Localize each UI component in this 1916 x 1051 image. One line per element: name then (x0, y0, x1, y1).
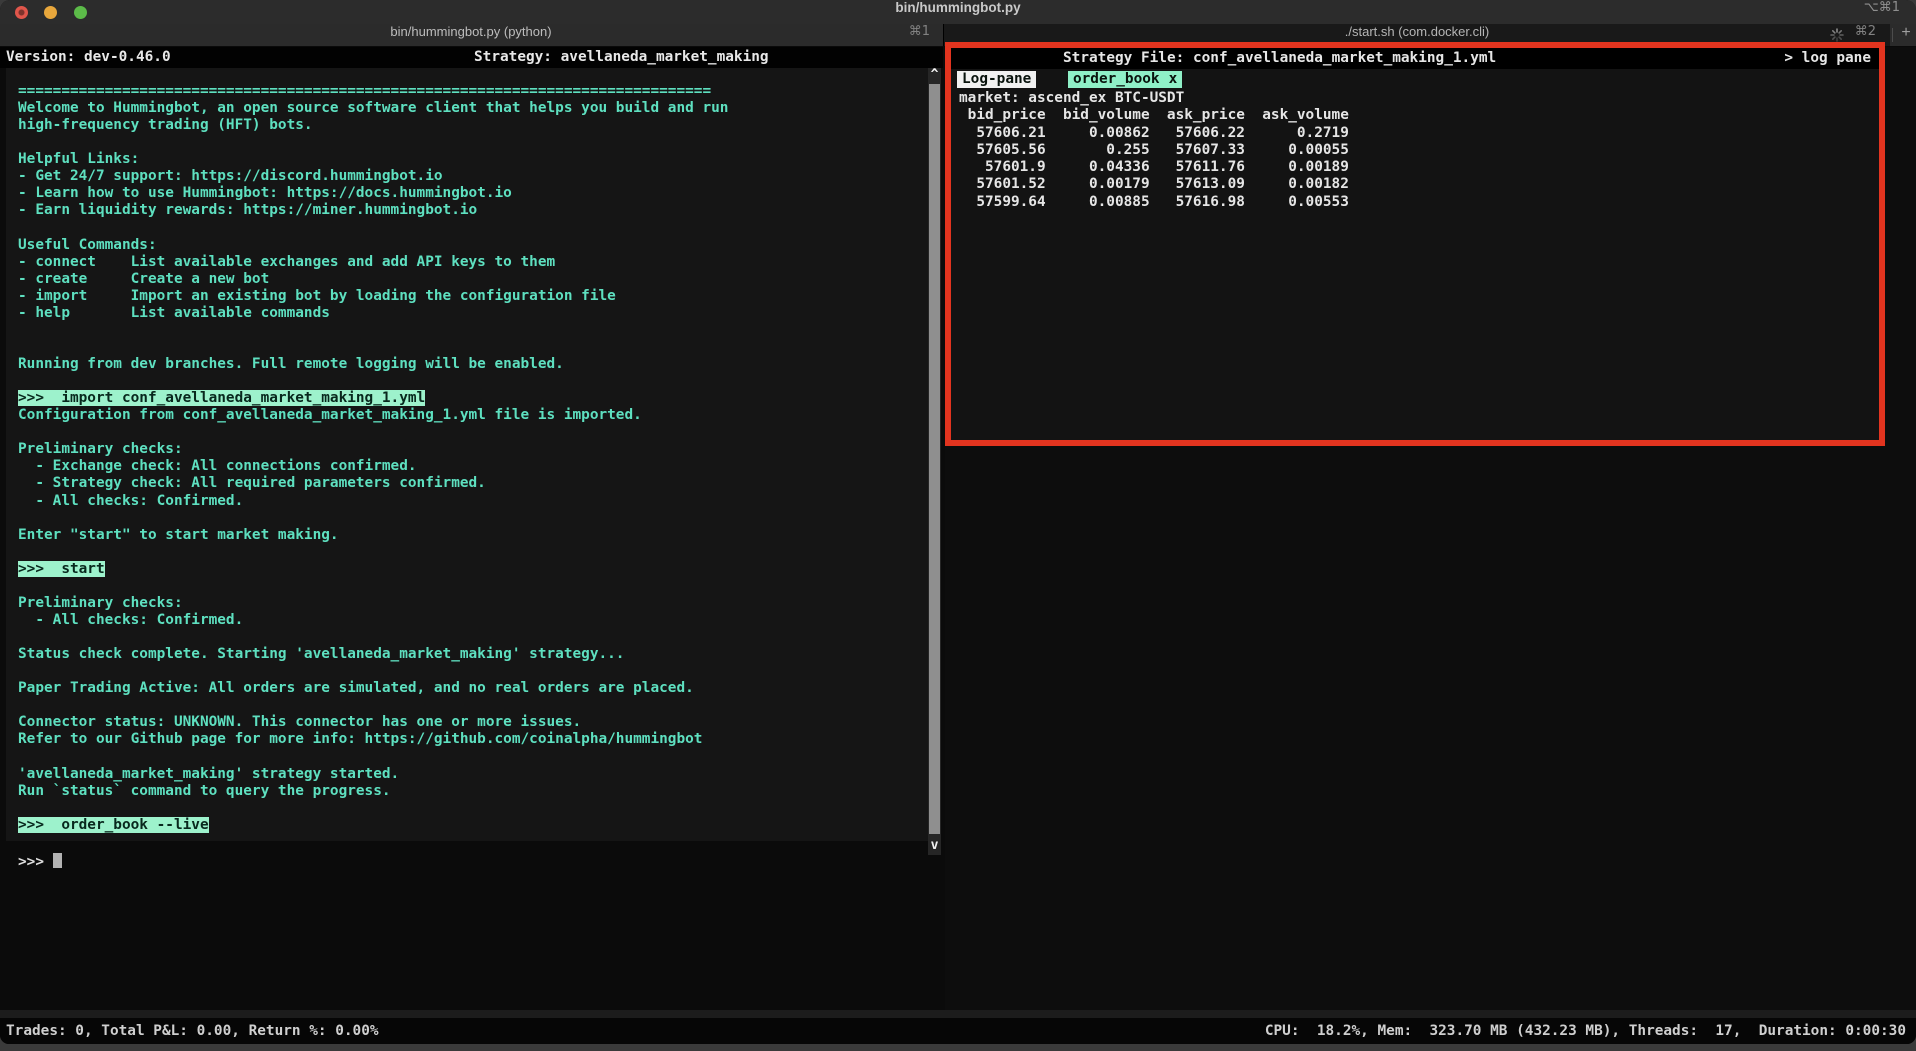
log-line: Helpful Links: (18, 151, 928, 168)
order-book-row: 57601.52 0.00179 57613.09 0.00182 (959, 176, 1349, 193)
log-line: - Earn liquidity rewards: https://miner.… (18, 202, 928, 219)
order-book-row: 57599.64 0.00885 57616.98 0.00553 (959, 194, 1349, 211)
command-highlight: >>> start (18, 561, 105, 577)
log-line (18, 629, 928, 646)
scrollbar-thumb[interactable] (929, 84, 940, 834)
order-book-panel: Strategy File: conf_avellaneda_market_ma… (945, 42, 1885, 446)
window-content: Version: dev-0.46.0 Strategy: avellaneda… (0, 47, 1916, 1010)
market-label: market: ascend_ex BTC-USDT (959, 90, 1349, 107)
log-line: - import Import an existing bot by loadi… (18, 288, 928, 305)
log-line: Enter "start" to start market making. (18, 527, 928, 544)
log-line: - connect List available exchanges and a… (18, 254, 928, 271)
log-line: - All checks: Confirmed. (18, 612, 928, 629)
log-line (18, 134, 928, 151)
left-pane-scrollbar[interactable]: ^ v (928, 68, 941, 855)
log-line: ========================================… (18, 83, 928, 100)
log-line: Connector status: UNKNOWN. This connecto… (18, 714, 928, 731)
log-line: Refer to our Github page for more info: … (18, 731, 928, 748)
trades-status: Trades: 0, Total P&L: 0.00, Return %: 0.… (6, 1018, 379, 1044)
log-line (18, 748, 928, 765)
log-line: Preliminary checks: (18, 441, 928, 458)
strategy-file-bar: Strategy File: conf_avellaneda_market_ma… (951, 48, 1879, 69)
log-line: high-frequency trading (HFT) bots. (18, 117, 928, 134)
right-terminal-pane: Strategy File: conf_avellaneda_market_ma… (945, 47, 1916, 1010)
text-cursor (53, 853, 62, 868)
log-line: >>> import conf_avellaneda_market_making… (18, 390, 928, 407)
log-line (18, 578, 928, 595)
log-line: Status check complete. Starting 'avellan… (18, 646, 928, 663)
tab-shortcut: ⌘1 (909, 24, 930, 39)
log-line (18, 800, 928, 817)
window-shortcut: ⌥⌘1 (1864, 0, 1900, 24)
tab-label: ./start.sh (com.docker.cli) (1345, 24, 1489, 39)
command-input-line[interactable]: >>> (18, 853, 62, 870)
strategy-label: Strategy: avellaneda_market_making (474, 47, 769, 68)
log-line (18, 510, 928, 527)
prompt-label: >>> (18, 854, 53, 870)
order-book-row: 57606.21 0.00862 57606.22 0.2719 (959, 125, 1349, 142)
command-highlight: >>> import conf_avellaneda_market_making… (18, 390, 425, 406)
log-line (18, 663, 928, 680)
tabbar-divider (1892, 28, 1893, 42)
log-line: Running from dev branches. Full remote l… (18, 356, 928, 373)
status-bar-divider (0, 1010, 1916, 1018)
log-line: - Learn how to use Hummingbot: https://d… (18, 185, 928, 202)
version-label: Version: dev-0.46.0 (6, 47, 171, 68)
tab-activity-spinner-icon (1830, 28, 1844, 42)
output-pane[interactable]: ========================================… (6, 68, 928, 841)
log-line (18, 544, 928, 561)
order-book-row: 57601.9 0.04336 57611.76 0.00189 (959, 159, 1349, 176)
log-line: >>> start (18, 561, 928, 578)
order-book-header-row: bid_price bid_volume ask_price ask_volum… (959, 107, 1349, 124)
scroll-up-icon[interactable]: ^ (928, 68, 941, 82)
tab-close-icon[interactable]: x (1169, 71, 1178, 87)
tab-hummingbot-python[interactable]: bin/hummingbot.py (python) ⌘1 (0, 24, 942, 46)
system-status: CPU: 18.2%, Mem: 323.70 MB (432.23 MB), … (1265, 1018, 1906, 1044)
hummingbot-top-bar: Version: dev-0.46.0 Strategy: avellaneda… (0, 47, 943, 68)
left-terminal-pane: Version: dev-0.46.0 Strategy: avellaneda… (0, 47, 943, 1010)
log-line: Paper Trading Active: All orders are sim… (18, 680, 928, 697)
new-tab-button[interactable]: + (1896, 24, 1916, 46)
log-line: - Get 24/7 support: https://discord.humm… (18, 168, 928, 185)
tab-shortcut: ⌘2 (1855, 24, 1876, 39)
strategy-file-label: Strategy File: conf_avellaneda_market_ma… (1063, 48, 1496, 69)
order-book-table: market: ascend_ex BTC-USDT bid_price bid… (959, 90, 1349, 211)
terminal-window: bin/hummingbot.py ⌥⌘1 bin/hummingbot.py … (0, 0, 1916, 1044)
scroll-down-icon[interactable]: v (928, 839, 941, 853)
log-line: Welcome to Hummingbot, an open source so… (18, 100, 928, 117)
log-line: Configuration from conf_avellaneda_marke… (18, 407, 928, 424)
log-line: >>> order_book --live (18, 817, 928, 834)
log-line: - Strategy check: All required parameter… (18, 475, 928, 492)
log-line (18, 424, 928, 441)
log-line (18, 322, 928, 339)
tab-log-pane[interactable]: Log-pane (957, 71, 1036, 88)
log-line: Useful Commands: (18, 237, 928, 254)
window-titlebar: bin/hummingbot.py ⌥⌘1 (0, 0, 1916, 24)
log-line: Run `status` command to query the progre… (18, 783, 928, 800)
bottom-status-bar: Trades: 0, Total P&L: 0.00, Return %: 0.… (0, 1018, 1916, 1044)
log-line: - help List available commands (18, 305, 928, 322)
log-line (18, 697, 928, 714)
log-line: Preliminary checks: (18, 595, 928, 612)
window-title: bin/hummingbot.py (0, 0, 1916, 24)
log-line (18, 373, 928, 390)
command-highlight: >>> order_book --live (18, 817, 209, 833)
order-book-row: 57605.56 0.255 57607.33 0.00055 (959, 142, 1349, 159)
pane-tabs: Log-pane order_book x (957, 71, 1182, 88)
log-line: - Exchange check: All connections confir… (18, 458, 928, 475)
tab-label: bin/hummingbot.py (python) (390, 24, 551, 39)
log-line: - All checks: Confirmed. (18, 493, 928, 510)
log-line (18, 339, 928, 356)
log-pane-corner-label: > log pane (1784, 48, 1871, 69)
tab-label: order_book (1073, 71, 1160, 87)
tab-order-book[interactable]: order_book x (1068, 71, 1182, 88)
log-line: 'avellaneda_market_making' strategy star… (18, 766, 928, 783)
log-line (18, 220, 928, 237)
log-line: - create Create a new bot (18, 271, 928, 288)
